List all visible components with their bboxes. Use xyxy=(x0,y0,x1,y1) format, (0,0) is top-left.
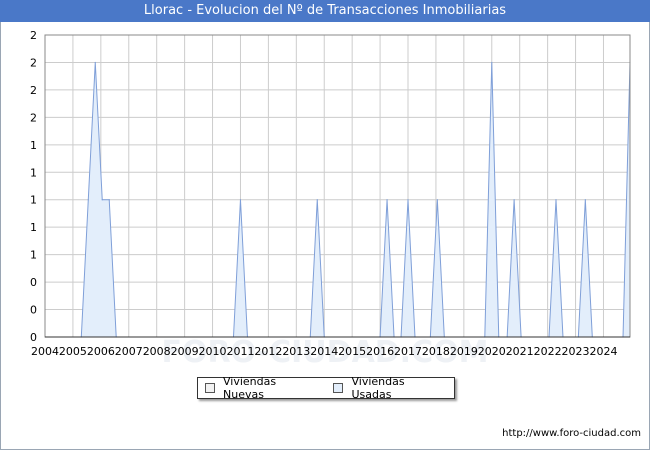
x-tick-label: 2022 xyxy=(534,345,562,358)
legend-item-nuevas: Viviendas Nuevas xyxy=(205,375,320,401)
x-tick-label: 2008 xyxy=(143,345,171,358)
data-point xyxy=(108,199,110,201)
data-point xyxy=(101,199,103,201)
data-point xyxy=(87,199,89,201)
x-tick-label: 2010 xyxy=(199,345,227,358)
x-tick-label: 2009 xyxy=(171,345,199,358)
y-tick-label: 0 xyxy=(30,276,37,289)
grid-layer xyxy=(44,34,630,338)
data-point xyxy=(436,199,438,201)
legend-swatch-nuevas xyxy=(205,383,215,393)
x-tick-label: 2021 xyxy=(506,345,534,358)
x-tick-label: 2019 xyxy=(450,345,478,358)
x-tick-label: 2018 xyxy=(422,345,450,358)
y-tick-label: 0 xyxy=(30,304,37,317)
data-point xyxy=(386,199,388,201)
x-tick-label: 2007 xyxy=(115,345,143,358)
x-tick-label: 2015 xyxy=(338,345,366,358)
data-point xyxy=(584,199,586,201)
x-tick-label: 2024 xyxy=(589,345,617,358)
y-tick-label: 1 xyxy=(30,194,37,207)
y-tick-label: 0 xyxy=(30,331,37,344)
x-tick-label: 2023 xyxy=(562,345,590,358)
y-tick-label: 1 xyxy=(30,166,37,179)
data-point xyxy=(491,61,493,64)
y-tick-label: 1 xyxy=(30,139,37,152)
data-point xyxy=(316,199,318,201)
legend-label-nuevas: Viviendas Nuevas xyxy=(223,375,277,401)
x-tick-label: 2017 xyxy=(394,345,422,358)
y-tick-label: 1 xyxy=(30,221,37,234)
y-tick-label: 2 xyxy=(30,29,37,42)
x-tick-label: 2014 xyxy=(310,345,338,358)
data-point xyxy=(407,199,409,201)
data-point xyxy=(239,199,242,201)
x-tick-label: 2012 xyxy=(254,345,282,358)
data-point xyxy=(94,61,96,64)
x-tick-label: 2011 xyxy=(226,345,254,358)
data-point xyxy=(555,199,557,201)
legend: Viviendas Nuevas Viviendas Usadas xyxy=(197,375,455,401)
data-point xyxy=(513,199,515,201)
x-tick-label: 2016 xyxy=(366,345,394,358)
x-tick-label: 2020 xyxy=(478,345,506,358)
legend-item-usadas: Viviendas Usadas xyxy=(333,375,448,401)
x-tick-label: 2004 xyxy=(31,345,59,358)
legend-label-usadas: Viviendas Usadas xyxy=(351,375,405,401)
x-tick-label: 2013 xyxy=(282,345,310,358)
y-tick-label: 1 xyxy=(30,249,37,262)
y-tick-label: 2 xyxy=(30,56,37,69)
x-tick-label: 2005 xyxy=(59,345,87,358)
footer-url: http://www.foro-ciudad.com xyxy=(502,428,641,439)
plot-background xyxy=(45,35,630,337)
x-tick-label: 2006 xyxy=(87,345,115,358)
legend-swatch-usadas xyxy=(333,383,344,393)
y-tick-label: 2 xyxy=(30,84,37,97)
y-tick-label: 2 xyxy=(30,111,37,124)
